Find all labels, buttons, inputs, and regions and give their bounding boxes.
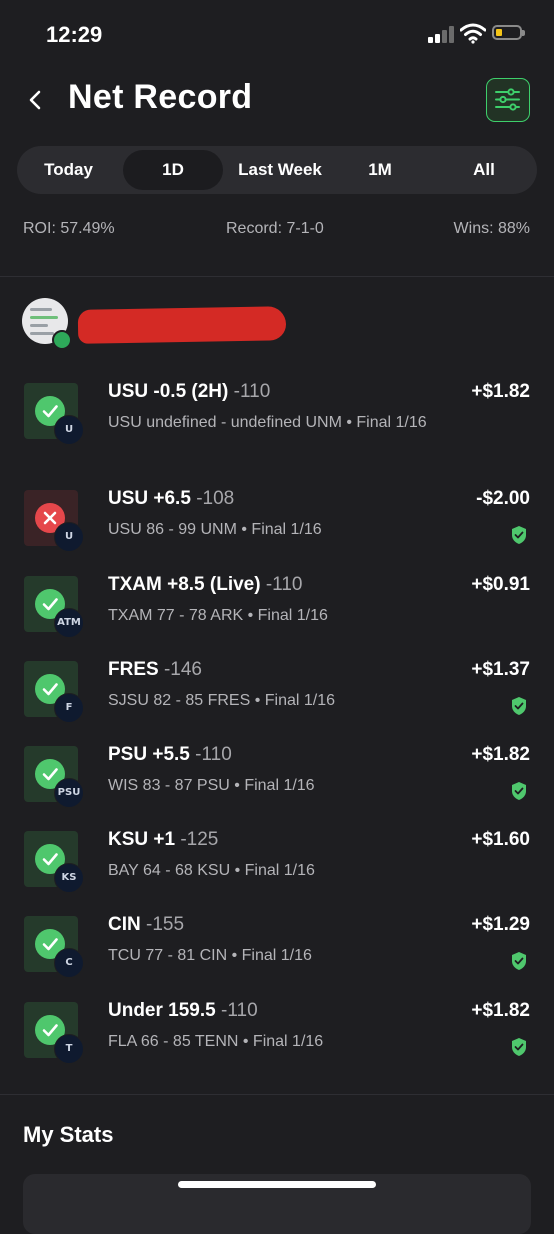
bet-pick: Under 159.5: [108, 1000, 216, 1021]
team-logo-icon: U: [54, 415, 84, 445]
bet-amount: +$1.82: [471, 381, 530, 402]
redacted-username: [77, 306, 287, 344]
segment-1m[interactable]: 1M: [335, 150, 425, 190]
signal-icon: [428, 25, 456, 43]
wifi-icon: [460, 23, 486, 44]
bet-row[interactable]: PSU PSU +5.5 -110 WIS 83 - 87 PSU • Final …: [0, 744, 554, 826]
bet-odds: -125: [180, 829, 219, 850]
bet-amount: +$1.82: [471, 744, 530, 765]
team-logo-icon: C: [54, 948, 84, 978]
shield-check-icon: [512, 526, 526, 544]
bet-row[interactable]: U USU -0.5 (2H) -110 USU undefined - undef…: [0, 381, 554, 463]
bet-odds: -110: [265, 574, 303, 595]
back-chevron-icon[interactable]: [24, 86, 48, 114]
bet-pick: USU -0.5 (2H): [108, 381, 229, 402]
bet-amount: -$2.00: [476, 488, 530, 509]
bet-pick: TXAM +8.5 (Live): [108, 574, 261, 595]
bet-amount: +$0.91: [471, 574, 530, 595]
bet-detail: WIS 83 - 87 PSU • Final 1/16: [108, 777, 315, 794]
wins-stat: Wins: 88%: [453, 220, 530, 237]
shield-check-icon: [512, 1038, 526, 1056]
verified-badge-icon: [52, 330, 72, 350]
bet-pick: FRES: [108, 659, 159, 680]
segment-last-week[interactable]: Last Week: [225, 150, 335, 190]
divider: [0, 1094, 554, 1095]
bet-detail: TCU 77 - 81 CIN • Final 1/16: [108, 947, 312, 964]
record-stat: Record: 7-1-0: [226, 220, 324, 237]
bet-amount: +$1.29: [471, 914, 530, 935]
bet-title: USU +6.5 -108: [108, 488, 234, 510]
team-logo-icon: PSU: [54, 778, 84, 808]
bet-detail: USU undefined - undefined UNM • Final 1/…: [108, 414, 427, 431]
bet-row[interactable]: ATM TXAM +8.5 (Live) -110 TXAM 77 - 78 ARK…: [0, 574, 554, 656]
team-logo-icon: T: [54, 1034, 84, 1064]
bet-amount: +$1.37: [471, 659, 530, 680]
shield-check-icon: [512, 952, 526, 970]
filter-sliders-icon: [495, 88, 520, 111]
bet-pick: CIN: [108, 914, 141, 935]
status-time: 12:29: [46, 22, 103, 47]
shield-check-icon: [512, 782, 526, 800]
my-stats-heading: My Stats: [23, 1122, 114, 1147]
status-bar: 12:29: [0, 0, 554, 70]
page-title: Net Record: [68, 78, 253, 116]
home-indicator[interactable]: [178, 1181, 376, 1188]
bet-detail: SJSU 82 - 85 FRES • Final 1/16: [108, 692, 336, 709]
bet-title: KSU +1 -125: [108, 829, 218, 851]
filter-button[interactable]: [486, 78, 530, 122]
segment-1d[interactable]: 1D: [123, 150, 223, 190]
bet-odds: -110: [195, 744, 232, 765]
bet-pick: KSU +1: [108, 829, 176, 850]
battery-icon: [492, 25, 525, 40]
divider: [0, 276, 554, 277]
bet-row[interactable]: T Under 159.5 -110 FLA 66 - 85 TENN • Fina…: [0, 1000, 554, 1082]
bet-odds: -146: [163, 659, 202, 680]
team-logo-icon: ATM: [54, 608, 84, 638]
bet-row[interactable]: U USU +6.5 -108 USU 86 - 99 UNM • Final 1/…: [0, 488, 554, 570]
bet-pick: USU +6.5: [108, 488, 191, 509]
bet-amount: +$1.82: [471, 1000, 530, 1021]
header: Net Record: [0, 76, 554, 124]
team-logo-icon: U: [54, 522, 84, 552]
bet-odds: -110: [221, 1000, 258, 1021]
bet-row[interactable]: KS KSU +1 -125 BAY 64 - 68 KSU • Final 1/1…: [0, 829, 554, 911]
team-logo-icon: KS: [54, 863, 84, 893]
bet-title: USU -0.5 (2H) -110: [108, 381, 270, 403]
bet-detail: USU 86 - 99 UNM • Final 1/16: [108, 521, 322, 538]
bet-title: FRES -146: [108, 659, 202, 681]
bet-title: PSU +5.5 -110: [108, 744, 232, 766]
segment-all[interactable]: All: [437, 150, 531, 190]
time-range-segmented-control: Today 1D Last Week 1M All: [17, 146, 537, 194]
bet-detail: BAY 64 - 68 KSU • Final 1/16: [108, 862, 315, 879]
bet-detail: TXAM 77 - 78 ARK • Final 1/16: [108, 607, 328, 624]
roi-stat: ROI: 57.49%: [23, 220, 115, 237]
bet-row[interactable]: F FRES -146 SJSU 82 - 85 FRES • Final 1/16…: [0, 659, 554, 741]
summary-stats: ROI: 57.49% Record: 7-1-0 Wins: 88%: [0, 220, 554, 242]
bet-odds: -110: [233, 381, 271, 402]
bet-pick: PSU +5.5: [108, 744, 190, 765]
bet-title: Under 159.5 -110: [108, 1000, 258, 1022]
bet-title: CIN -155: [108, 914, 184, 936]
team-logo-icon: F: [54, 693, 84, 723]
bet-amount: +$1.60: [471, 829, 530, 850]
profile-row[interactable]: [0, 298, 554, 350]
bet-row[interactable]: C CIN -155 TCU 77 - 81 CIN • Final 1/16 +$1…: [0, 914, 554, 996]
bet-odds: -155: [146, 914, 185, 935]
bet-detail: FLA 66 - 85 TENN • Final 1/16: [108, 1033, 324, 1050]
segment-today[interactable]: Today: [21, 150, 116, 190]
shield-check-icon: [512, 697, 526, 715]
bet-odds: -108: [196, 488, 235, 509]
bet-title: TXAM +8.5 (Live) -110: [108, 574, 302, 596]
